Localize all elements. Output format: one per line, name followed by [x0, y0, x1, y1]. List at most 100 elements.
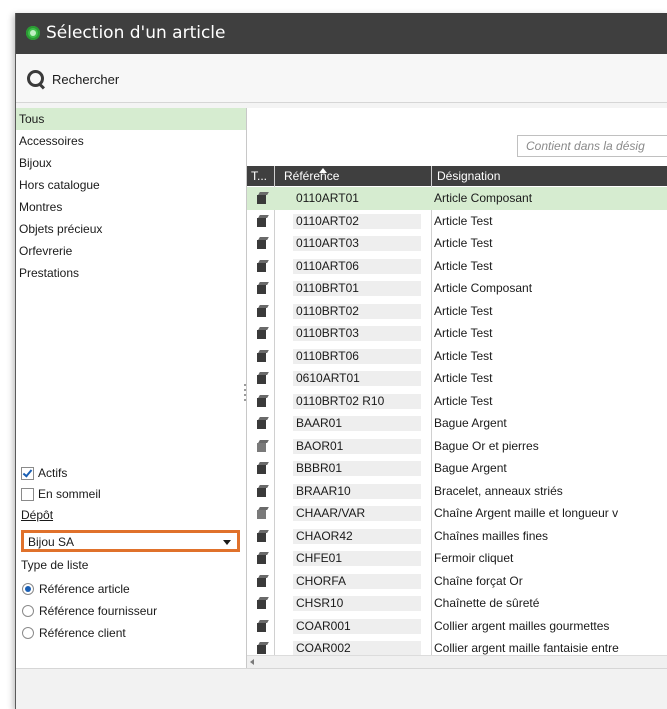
article-type-icon [257, 440, 268, 452]
table-row[interactable]: BBBR01 Bague Argent [247, 457, 667, 480]
cell-designation: Article Test [434, 258, 493, 273]
cell-reference: 0110ART03 [293, 236, 421, 251]
search-button-label: Rechercher [52, 71, 120, 87]
cell-designation: Article Test [434, 326, 493, 340]
cell-reference: CHAAR/VAR [293, 506, 421, 521]
dropdown-arrow-icon [223, 540, 231, 545]
cell-designation: Article Test [434, 303, 493, 318]
radio-button[interactable] [22, 627, 34, 639]
category-item-tous[interactable]: Tous [16, 108, 246, 130]
article-type-icon [257, 350, 268, 362]
cell-reference: CHAOR42 [293, 528, 421, 544]
article-type-icon [257, 485, 268, 497]
table-row[interactable]: 0110ART03 Article Test [247, 232, 667, 255]
actifs-checkbox-row[interactable]: Actifs [21, 464, 67, 482]
table-row[interactable]: BAOR01 Bague Or et pierres [247, 435, 667, 458]
article-type-icon [257, 462, 268, 474]
article-grid-panel: Contient dans la désig T... Référence Dé… [247, 108, 667, 669]
table-row[interactable]: CHSR10 Chaînette de sûreté [247, 592, 667, 615]
cell-designation: Article Test [434, 348, 493, 363]
magnifier-icon [26, 69, 46, 89]
table-row[interactable]: 0110BRT06 Article Test [247, 345, 667, 368]
search-button[interactable]: Rechercher [26, 67, 119, 91]
category-item-objets-precieux[interactable]: Objets précieux [16, 218, 246, 240]
depot-select[interactable]: Bijou SA [21, 530, 240, 552]
column-header-reference[interactable]: Référence [284, 168, 339, 183]
table-row[interactable]: COAR001 Collier argent mailles gourmettes [247, 615, 667, 638]
article-type-icon [257, 327, 268, 339]
category-item-bijoux[interactable]: Bijoux [16, 152, 246, 174]
table-row[interactable]: 0110ART06 Article Test [247, 255, 667, 278]
table-row[interactable]: CHAAR/VAR Chaîne Argent maille et longueu… [247, 502, 667, 525]
table-row[interactable]: BRAAR10 Bracelet, anneaux striés [247, 480, 667, 503]
cell-designation: Chaînes mailles fines [434, 528, 549, 543]
cell-reference: BRAAR10 [293, 483, 421, 499]
radio-label: Référence client [39, 626, 126, 640]
column-header-type[interactable]: T... [251, 169, 267, 183]
cell-reference: 0110ART01 [296, 191, 359, 205]
table-row[interactable]: 0110BRT03 Article Test [247, 322, 667, 345]
sort-ascending-icon [319, 168, 327, 173]
cell-reference: 0110BRT02 R10 [293, 393, 421, 409]
table-row[interactable]: BAAR01 Bague Argent [247, 412, 667, 435]
table-row[interactable]: CHORFA Chaîne forçat Or [247, 570, 667, 593]
cell-designation: Bracelet, anneaux striés [434, 483, 563, 498]
radio-reference-fournisseur[interactable]: Référence fournisseur [22, 602, 157, 620]
category-item-hors-catalogue[interactable]: Hors catalogue [16, 174, 246, 196]
column-header-designation[interactable]: Désignation [437, 169, 500, 183]
sommeil-checkbox[interactable] [21, 487, 34, 501]
article-type-icon [257, 597, 268, 609]
table-row[interactable]: 0110ART01 Article Composant [247, 187, 667, 210]
sommeil-checkbox-row[interactable]: En sommeil [21, 485, 101, 503]
cell-reference: 0110ART06 [293, 258, 421, 274]
table-row[interactable]: 0110BRT01 Article Composant [247, 277, 667, 300]
cell-reference: BBBR01 [293, 461, 421, 476]
category-item-orfevrerie[interactable]: Orfevrerie [16, 240, 246, 262]
cell-designation: Bague Or et pierres [434, 438, 539, 453]
table-row[interactable]: 0610ART01 Article Test [247, 367, 667, 390]
title-bar: Sélection d'un article [16, 13, 667, 54]
type-liste-label: Type de liste [21, 558, 89, 572]
selection-window: Sélection d'un article Rechercher Tous A… [15, 13, 667, 709]
designation-filter-input[interactable]: Contient dans la désig [517, 135, 667, 157]
article-type-icon [257, 620, 268, 632]
table-row[interactable]: CHAOR42 Chaînes mailles fines [247, 525, 667, 548]
category-item-prestations[interactable]: Prestations [16, 262, 246, 284]
cell-reference: CHSR10 [293, 596, 421, 611]
actifs-checkbox[interactable] [21, 466, 34, 480]
article-type-icon [257, 305, 268, 317]
actifs-label: Actifs [38, 466, 68, 480]
cell-reference: 0610ART01 [293, 371, 421, 386]
filter-placeholder: Contient dans la désig [526, 139, 645, 153]
horizontal-scrollbar[interactable] [247, 655, 667, 669]
radio-label: Référence article [39, 582, 130, 596]
category-item-montres[interactable]: Montres [16, 196, 246, 218]
table-row[interactable]: CHFE01 Fermoir cliquet [247, 547, 667, 570]
category-item-accessoires[interactable]: Accessoires [16, 130, 246, 152]
cell-designation: Bague Argent [434, 416, 507, 430]
article-type-icon [257, 282, 268, 294]
window-title: Sélection d'un article [46, 23, 226, 43]
cell-reference: 0110ART02 [293, 213, 421, 229]
article-type-icon [257, 552, 268, 564]
cell-designation: Chaîne Argent maille et longueur v [434, 506, 619, 520]
category-panel: Tous Accessoires Bijoux Hors catalogue M… [16, 108, 247, 668]
radio-reference-client[interactable]: Référence client [22, 624, 126, 642]
article-type-icon [257, 237, 268, 249]
table-row[interactable]: 0110ART02 Article Test [247, 210, 667, 233]
cell-reference: CHORFA [293, 573, 421, 589]
scroll-left-arrow-icon[interactable] [250, 659, 254, 665]
grid-rows: 0110ART01 Article Composant 0110ART02 Artic… [247, 187, 667, 660]
radio-button[interactable] [22, 583, 34, 595]
depot-label: Dépôt [21, 508, 54, 522]
cell-designation: Article Test [434, 393, 493, 408]
article-type-icon [257, 530, 268, 542]
cell-designation: Fermoir cliquet [434, 551, 514, 565]
table-row[interactable]: 0110BRT02 Article Test [247, 300, 667, 323]
app-logo-icon [26, 26, 40, 40]
radio-button[interactable] [22, 605, 34, 617]
grid-header: T... Référence Désignation [247, 166, 667, 186]
radio-reference-article[interactable]: Référence article [22, 580, 130, 598]
table-row[interactable]: 0110BRT02 R10 Article Test [247, 390, 667, 413]
cell-reference: CHFE01 [293, 551, 421, 566]
